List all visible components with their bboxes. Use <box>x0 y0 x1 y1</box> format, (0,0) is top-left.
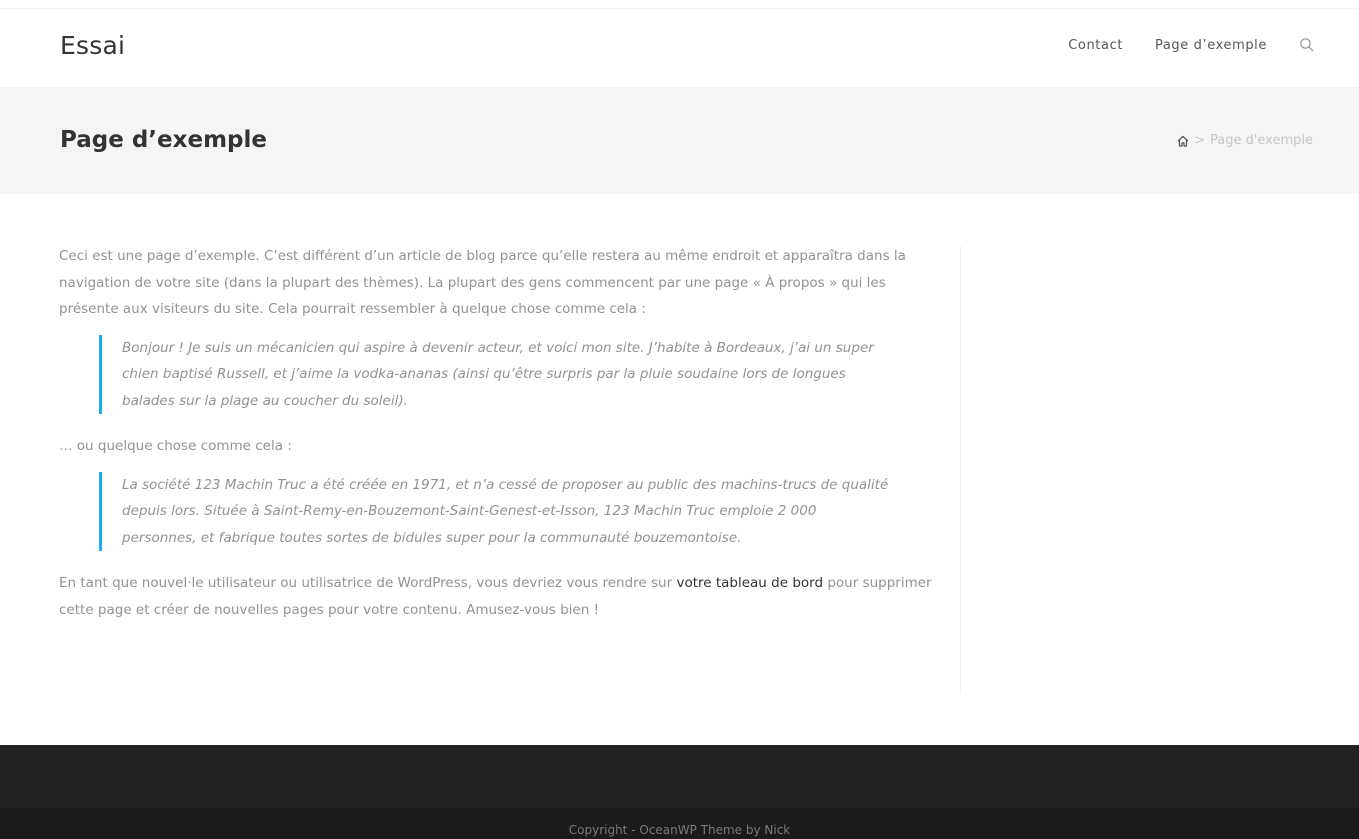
breadcrumb-separator: > <box>1194 133 1205 148</box>
page-content: Ceci est une page d’exemple. C’est diffé… <box>59 243 935 635</box>
home-icon[interactable] <box>1176 134 1190 148</box>
nav-item-contact[interactable]: Contact <box>1068 38 1123 53</box>
intro-paragraph: Ceci est une page d’exemple. C’est diffé… <box>59 248 906 317</box>
footer-bottom: Copyright - OceanWP Theme by Nick <box>0 808 1359 839</box>
main-nav: Contact Page d’exemple <box>1036 37 1315 53</box>
search-icon[interactable] <box>1299 37 1315 53</box>
quote-bordeaux: Bonjour ! Je suis un mécanicien qui aspi… <box>99 334 889 414</box>
sidebar-divider <box>960 246 961 694</box>
page-title: Page d’exemple <box>60 127 267 153</box>
outro-text-before: En tant que nouvel·le utilisateur ou uti… <box>59 575 677 591</box>
breadcrumb: > Page d'exemple <box>1176 133 1313 148</box>
site-header: Essai Contact Page d’exemple <box>0 9 1359 87</box>
outro-paragraph: En tant que nouvel·le utilisateur ou uti… <box>59 570 935 623</box>
middle-paragraph: … ou quelque chose comme cela : <box>59 438 292 454</box>
nav-item-page-exemple[interactable]: Page d’exemple <box>1155 38 1267 53</box>
dashboard-link[interactable]: votre tableau de bord <box>676 575 823 591</box>
copyright-text: Copyright - OceanWP Theme by Nick <box>568 823 791 837</box>
page-header: Page d’exemple > Page d'exemple <box>0 87 1359 194</box>
footer-widgets <box>0 745 1359 808</box>
top-border <box>0 0 1359 9</box>
site-title[interactable]: Essai <box>60 31 125 60</box>
quote-machin-truc: La société 123 Machin Truc a été créée e… <box>99 471 889 551</box>
breadcrumb-current: Page d'exemple <box>1209 133 1313 148</box>
